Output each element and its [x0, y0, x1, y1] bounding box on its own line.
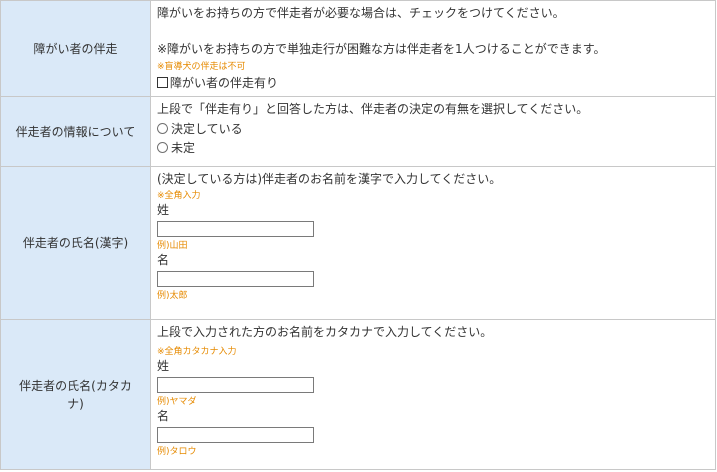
disability-guide-instruction: 障がいをお持ちの方で伴走者が必要な場合は、チェックをつけてください。: [157, 6, 565, 20]
disability-guide-checkbox[interactable]: [157, 77, 168, 88]
guide-decided-label: 決定している: [171, 121, 243, 136]
guide-decided-radio[interactable]: [157, 123, 168, 134]
guide-last-name-kanji-label: 姓: [157, 203, 170, 217]
guide-name-kanji-row: 伴走者の氏名(漢字) (決定している方は)伴走者のお名前を漢字で入力してください…: [0, 166, 716, 320]
guide-last-name-kanji-input[interactable]: [157, 221, 314, 237]
guide-name-kanji-instruction: (決定している方は)伴走者のお名前を漢字で入力してください。: [157, 172, 502, 186]
guide-decided-option[interactable]: 決定している: [157, 119, 715, 138]
guide-first-name-kana-input[interactable]: [157, 427, 314, 443]
runner-guide-form-table: 障がい者の伴走 障がいをお持ちの方で伴走者が必要な場合は、チェックをつけてくださ…: [0, 0, 716, 470]
guide-first-name-kanji-example: 例)太郎: [157, 291, 188, 301]
guide-info-label: 伴走者の情報について: [0, 96, 151, 167]
guide-undecided-label: 未定: [171, 140, 196, 155]
guide-undecided-option[interactable]: 未定: [157, 138, 715, 157]
guide-name-kana-content: 上段で入力された方のお名前をカタカナで入力してください。 ※全角カタカナ入力 姓…: [150, 319, 716, 470]
disability-guide-label: 障がい者の伴走: [0, 0, 151, 97]
guide-name-kanji-note: ※全角入力: [157, 191, 201, 201]
guide-name-kana-instruction: 上段で入力された方のお名前をカタカナで入力してください。: [157, 325, 493, 339]
guide-first-name-kana-example: 例)タロウ: [157, 447, 197, 457]
guide-name-kana-note: ※全角カタカナ入力: [157, 347, 237, 357]
guide-info-instruction: 上段で「伴走有り」と回答した方は、伴走者の決定の有無を選択してください。: [157, 102, 589, 116]
disability-guide-content: 障がいをお持ちの方で伴走者が必要な場合は、チェックをつけてください。 ※障がいを…: [150, 0, 716, 97]
guide-undecided-radio[interactable]: [157, 142, 168, 153]
guide-first-name-kanji-input[interactable]: [157, 271, 314, 287]
guide-info-row: 伴走者の情報について 上段で「伴走有り」と回答した方は、伴走者の決定の有無を選択…: [0, 96, 716, 167]
disability-guide-checkbox-label: 障がい者の伴走有り: [170, 75, 279, 90]
guide-last-name-kana-label: 姓: [157, 359, 170, 373]
guide-name-kana-label-line1: 伴走者の氏名(カタカ: [19, 378, 132, 393]
guide-name-kana-row: 伴走者の氏名(カタカ ナ) 上段で入力された方のお名前をカタカナで入力してくださ…: [0, 319, 716, 470]
guide-name-kana-label-line2: ナ): [67, 396, 84, 411]
guide-last-name-kana-input[interactable]: [157, 377, 314, 393]
guide-first-name-kana-label: 名: [157, 409, 170, 423]
disability-guide-checkbox-row[interactable]: 障がい者の伴走有り: [157, 73, 715, 92]
guide-last-name-kana-example: 例)ヤマダ: [157, 397, 197, 407]
guide-first-name-kanji-label: 名: [157, 253, 170, 267]
guide-name-kanji-content: (決定している方は)伴走者のお名前を漢字で入力してください。 ※全角入力 姓 例…: [150, 166, 716, 320]
guide-last-name-kanji-example: 例)山田: [157, 241, 188, 251]
guide-info-content: 上段で「伴走有り」と回答した方は、伴走者の決定の有無を選択してください。 決定し…: [150, 96, 716, 167]
guide-name-kanji-label: 伴走者の氏名(漢字): [0, 166, 151, 320]
guide-dog-note: ※盲導犬の伴走は不可: [157, 62, 246, 72]
guide-name-kana-label: 伴走者の氏名(カタカ ナ): [0, 319, 151, 470]
disability-guide-instruction-2: ※障がいをお持ちの方で単独走行が困難な方は伴走者を1人つけることができます。: [157, 42, 606, 56]
disability-guide-row: 障がい者の伴走 障がいをお持ちの方で伴走者が必要な場合は、チェックをつけてくださ…: [0, 0, 716, 97]
